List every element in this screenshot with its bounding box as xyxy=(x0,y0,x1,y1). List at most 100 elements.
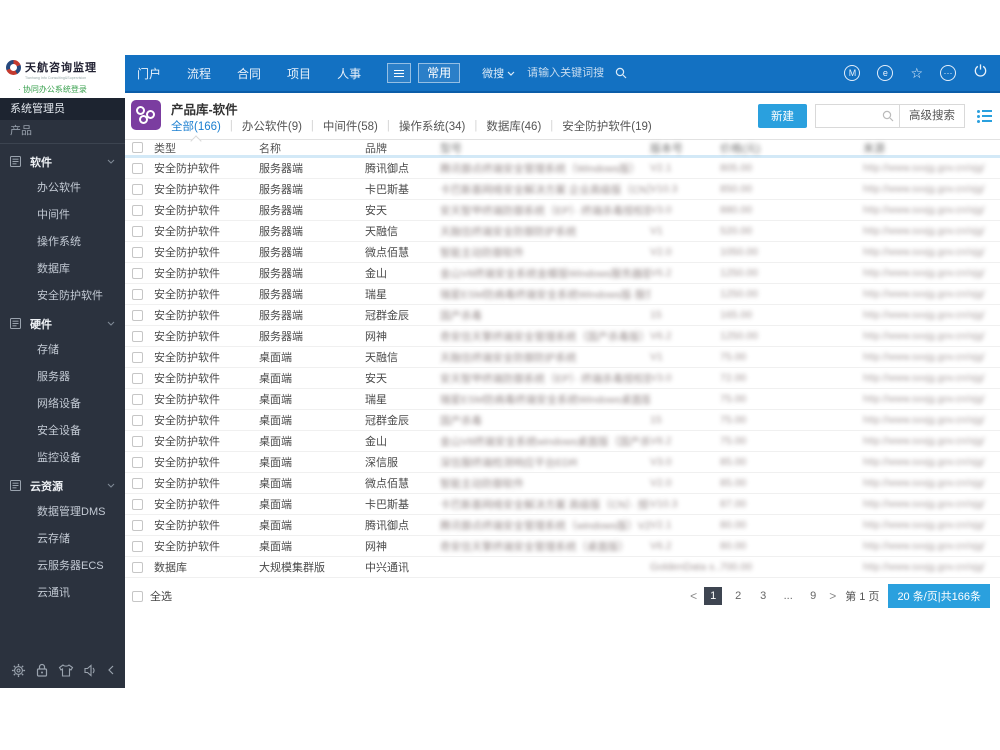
nav-item-3[interactable]: 项目 xyxy=(287,65,311,82)
cell-type: 安全防护软件 xyxy=(154,457,220,469)
column-header-2: 品牌 xyxy=(365,142,387,155)
cell-name: 桌面端 xyxy=(259,373,292,385)
nav-item-0[interactable]: 门户 xyxy=(137,65,161,82)
row-checkbox[interactable] xyxy=(132,435,143,447)
cell-version: V10.3 xyxy=(650,498,678,510)
sidebar-item-1-3[interactable]: 安全设备 xyxy=(0,418,125,445)
cell-type: 安全防护软件 xyxy=(154,184,220,196)
power-logout-icon[interactable] xyxy=(973,63,988,83)
advanced-search-button[interactable]: 高级搜索 xyxy=(899,105,964,127)
row-checkbox[interactable] xyxy=(132,372,143,384)
settings-gear-icon[interactable] xyxy=(11,663,26,678)
row-checkbox[interactable] xyxy=(132,246,143,258)
lock-icon[interactable] xyxy=(35,663,49,678)
prev-page-button[interactable]: < xyxy=(690,589,697,603)
cell-version: V2.1 xyxy=(650,519,672,531)
new-button[interactable]: 新建 xyxy=(758,104,807,128)
nav-common-button[interactable]: 常用 xyxy=(418,63,461,83)
row-checkbox[interactable] xyxy=(132,414,143,426)
tab-0[interactable]: 全部(166) xyxy=(171,118,221,134)
header-checkbox[interactable] xyxy=(132,142,143,153)
row-checkbox[interactable] xyxy=(132,267,143,279)
row-checkbox[interactable] xyxy=(132,330,143,342)
chevron-down-icon xyxy=(107,159,115,164)
sidebar-item-0-0[interactable]: 办公软件 xyxy=(0,175,125,202)
cell-source: http://www.sxxjg.gov.cn/xjg/ xyxy=(863,414,985,426)
row-checkbox[interactable] xyxy=(132,477,143,489)
row-checkbox[interactable] xyxy=(132,561,143,573)
global-search-input[interactable] xyxy=(527,67,612,79)
row-checkbox[interactable] xyxy=(132,456,143,468)
top-nav-items: 门户 流程 合同 项目 人事 xyxy=(137,65,387,82)
tab-2[interactable]: 中间件(58) xyxy=(323,118,378,134)
nav-item-4[interactable]: 人事 xyxy=(337,65,361,82)
sidebar-item-2-1[interactable]: 云存储 xyxy=(0,526,125,553)
cell-model: 安天智甲终端防御系统（EP）· 终端杀毒授权版 xyxy=(440,204,650,217)
cell-type: 安全防护软件 xyxy=(154,268,220,280)
sidebar-group-label: 硬件 xyxy=(30,318,52,331)
row-checkbox[interactable] xyxy=(132,351,143,363)
list-view-icon[interactable] xyxy=(977,109,992,123)
page-button-9[interactable]: 9 xyxy=(804,587,822,605)
oa-login-link[interactable]: · 协同办公系统登录 xyxy=(18,84,119,95)
column-header-3: 型号 xyxy=(440,142,462,155)
page-header: 产品库-软件 全部(166) | 办公软件(9) | 中间件(58) | 操作系统(34) |… xyxy=(125,93,1000,140)
page-button-1[interactable]: 1 xyxy=(704,587,723,605)
favorite-star-icon[interactable]: ☆ xyxy=(910,66,923,80)
sidebar-group-2[interactable]: 云资源 xyxy=(0,472,125,499)
row-checkbox[interactable] xyxy=(132,519,143,531)
sidebar-item-2-3[interactable]: 云通讯 xyxy=(0,580,125,607)
sidebar-item-2-2[interactable]: 云服务器ECS xyxy=(0,553,125,580)
select-all-checkbox[interactable] xyxy=(132,590,143,602)
sidebar-item-1-2[interactable]: 网络设备 xyxy=(0,391,125,418)
sidebar-item-0-3[interactable]: 数据库 xyxy=(0,256,125,283)
nav-hamburger-button[interactable] xyxy=(387,63,412,83)
wesearch-dropdown[interactable]: 微搜 xyxy=(482,65,515,81)
page-size-badge[interactable]: 20 条/页|共166条 xyxy=(888,584,990,608)
page-button-3[interactable]: 3 xyxy=(754,587,772,605)
page-ellipsis: ... xyxy=(783,590,793,602)
sidebar-item-0-2[interactable]: 操作系统 xyxy=(0,229,125,256)
row-checkbox[interactable] xyxy=(132,540,143,552)
collapse-chevron-icon[interactable] xyxy=(108,665,114,675)
sidebar-item-0-1[interactable]: 中间件 xyxy=(0,202,125,229)
table-search-input[interactable] xyxy=(816,106,882,126)
theme-shirt-icon[interactable] xyxy=(58,663,74,678)
row-checkbox[interactable] xyxy=(132,393,143,405)
global-search xyxy=(527,67,627,79)
sidebar-item-2-0[interactable]: 数据管理DMS xyxy=(0,499,125,526)
tab-5[interactable]: 安全防护软件(19) xyxy=(562,118,651,134)
row-checkbox[interactable] xyxy=(132,309,143,321)
tab-1[interactable]: 办公软件(9) xyxy=(242,118,302,134)
m-badge-icon[interactable]: M xyxy=(844,65,861,81)
sound-speaker-icon[interactable] xyxy=(83,663,99,678)
row-checkbox[interactable] xyxy=(132,204,143,216)
sidebar-item-1-0[interactable]: 存储 xyxy=(0,337,125,364)
row-checkbox[interactable] xyxy=(132,162,143,174)
sidebar-group-1[interactable]: 硬件 xyxy=(0,310,125,337)
e-badge-icon[interactable]: e xyxy=(877,65,894,81)
cell-model: 卡巴斯基网络安全解决方案 高级版（CN）· 授权… xyxy=(440,498,650,511)
tab-3[interactable]: 操作系统(34) xyxy=(399,118,465,134)
sidebar-item-0-4[interactable]: 安全防护软件 xyxy=(0,283,125,310)
nav-item-1[interactable]: 流程 xyxy=(187,65,211,82)
cell-model: 国产杀毒 xyxy=(440,414,482,427)
row-checkbox[interactable] xyxy=(132,288,143,300)
sidebar-group-0[interactable]: 软件 xyxy=(0,148,125,175)
sidebar-section-product[interactable]: 产品 xyxy=(0,120,125,143)
search-icon[interactable] xyxy=(615,67,627,79)
sidebar-item-1-1[interactable]: 服务器 xyxy=(0,364,125,391)
tab-4[interactable]: 数据库(46) xyxy=(486,118,541,134)
next-page-button[interactable]: > xyxy=(829,589,836,603)
cell-price: 85.00 xyxy=(720,477,747,489)
tab-separator: | xyxy=(386,120,390,132)
row-checkbox[interactable] xyxy=(132,498,143,510)
row-checkbox[interactable] xyxy=(132,225,143,237)
more-ellipsis-icon[interactable]: ··· xyxy=(940,65,956,81)
page-button-2[interactable]: 2 xyxy=(729,587,747,605)
search-icon[interactable] xyxy=(882,110,894,122)
row-checkbox[interactable] xyxy=(132,183,143,195)
nav-item-2[interactable]: 合同 xyxy=(237,65,261,82)
sidebar-item-1-4[interactable]: 监控设备 xyxy=(0,445,125,472)
cell-price: 1050.00 xyxy=(720,246,758,258)
